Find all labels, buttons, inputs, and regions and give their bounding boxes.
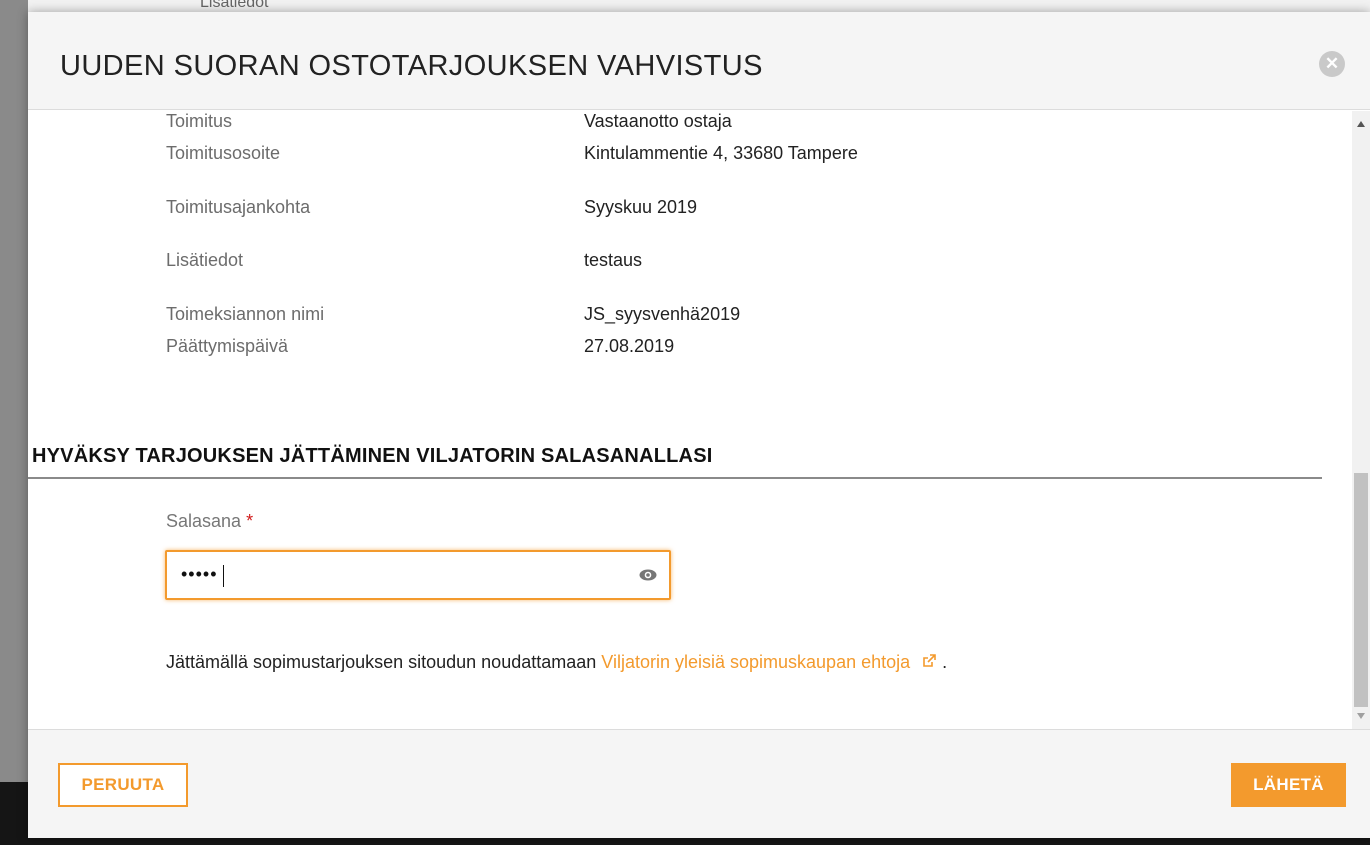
required-mark: * — [246, 511, 254, 531]
detail-label-additional-info: Lisätiedot — [166, 250, 244, 270]
detail-value-delivery: Vastaanotto ostaja — [584, 111, 732, 131]
detail-label-assignment-name: Toimeksiannon nimi — [166, 304, 325, 324]
modal-scrollbar[interactable] — [1352, 111, 1370, 729]
terms-link-text: Viljatorin yleisiä sopimuskaupan ehtoja — [601, 652, 911, 672]
modal-header: UUDEN SUORAN OSTOTARJOUKSEN VAHVISTUS ✕ — [28, 12, 1370, 110]
scroll-down-arrow-icon[interactable] — [1357, 713, 1365, 719]
detail-value-delivery-time: Syyskuu 2019 — [584, 197, 698, 217]
terms-text-after: . — [942, 652, 948, 672]
detail-value-delivery-address: Kintulammentie 4, 33680 Tampere — [584, 143, 858, 163]
background-partial-label: Lisätiedot — [200, 0, 269, 11]
confirmation-modal: UUDEN SUORAN OSTOTARJOUKSEN VAHVISTUS ✕ … — [28, 12, 1370, 838]
scroll-up-arrow-icon[interactable] — [1357, 121, 1365, 127]
close-button[interactable]: ✕ — [1319, 51, 1345, 77]
modal-title: UUDEN SUORAN OSTOTARJOUKSEN VAHVISTUS — [60, 50, 763, 82]
external-link-icon — [923, 654, 936, 667]
eye-icon[interactable] — [639, 569, 657, 581]
modal-body[interactable]: Toimitus Vastaanotto ostaja Toimitusosoi… — [28, 111, 1370, 729]
text-caret — [223, 565, 224, 587]
terms-link[interactable]: Viljatorin yleisiä sopimuskaupan ehtoja — [601, 652, 942, 672]
send-button[interactable]: LÄHETÄ — [1231, 763, 1346, 807]
password-label-text: Salasana — [166, 511, 242, 531]
background-strip: Lisätiedot — [28, 0, 1370, 12]
detail-label-end-date: Päättymispäivä — [166, 336, 289, 356]
close-icon: ✕ — [1324, 54, 1340, 73]
terms-text-before: Jättämällä sopimustarjouksen sitoudun no… — [166, 652, 597, 672]
terms-text: Jättämällä sopimustarjouksen sitoudun no… — [166, 652, 947, 673]
password-value: ••••• — [181, 564, 218, 584]
modal-footer: PERUUTA LÄHETÄ — [28, 729, 1370, 838]
cancel-button[interactable]: PERUUTA — [58, 763, 188, 807]
detail-label-delivery: Toimitus — [166, 111, 233, 131]
scrollbar-thumb[interactable] — [1354, 473, 1368, 707]
detail-value-additional-info: testaus — [584, 250, 643, 270]
section-heading: HYVÄKSY TARJOUKSEN JÄTTÄMINEN VILJATORIN… — [32, 445, 713, 467]
password-label: Salasana * — [166, 511, 253, 532]
section-divider — [28, 477, 1322, 479]
detail-label-delivery-address: Toimitusosoite — [166, 143, 281, 163]
password-input[interactable]: ••••• — [165, 550, 671, 600]
detail-value-assignment-name: JS_syysvenhä2019 — [584, 304, 741, 324]
detail-label-delivery-time: Toimitusajankohta — [166, 197, 311, 217]
detail-value-end-date: 27.08.2019 — [584, 336, 675, 356]
